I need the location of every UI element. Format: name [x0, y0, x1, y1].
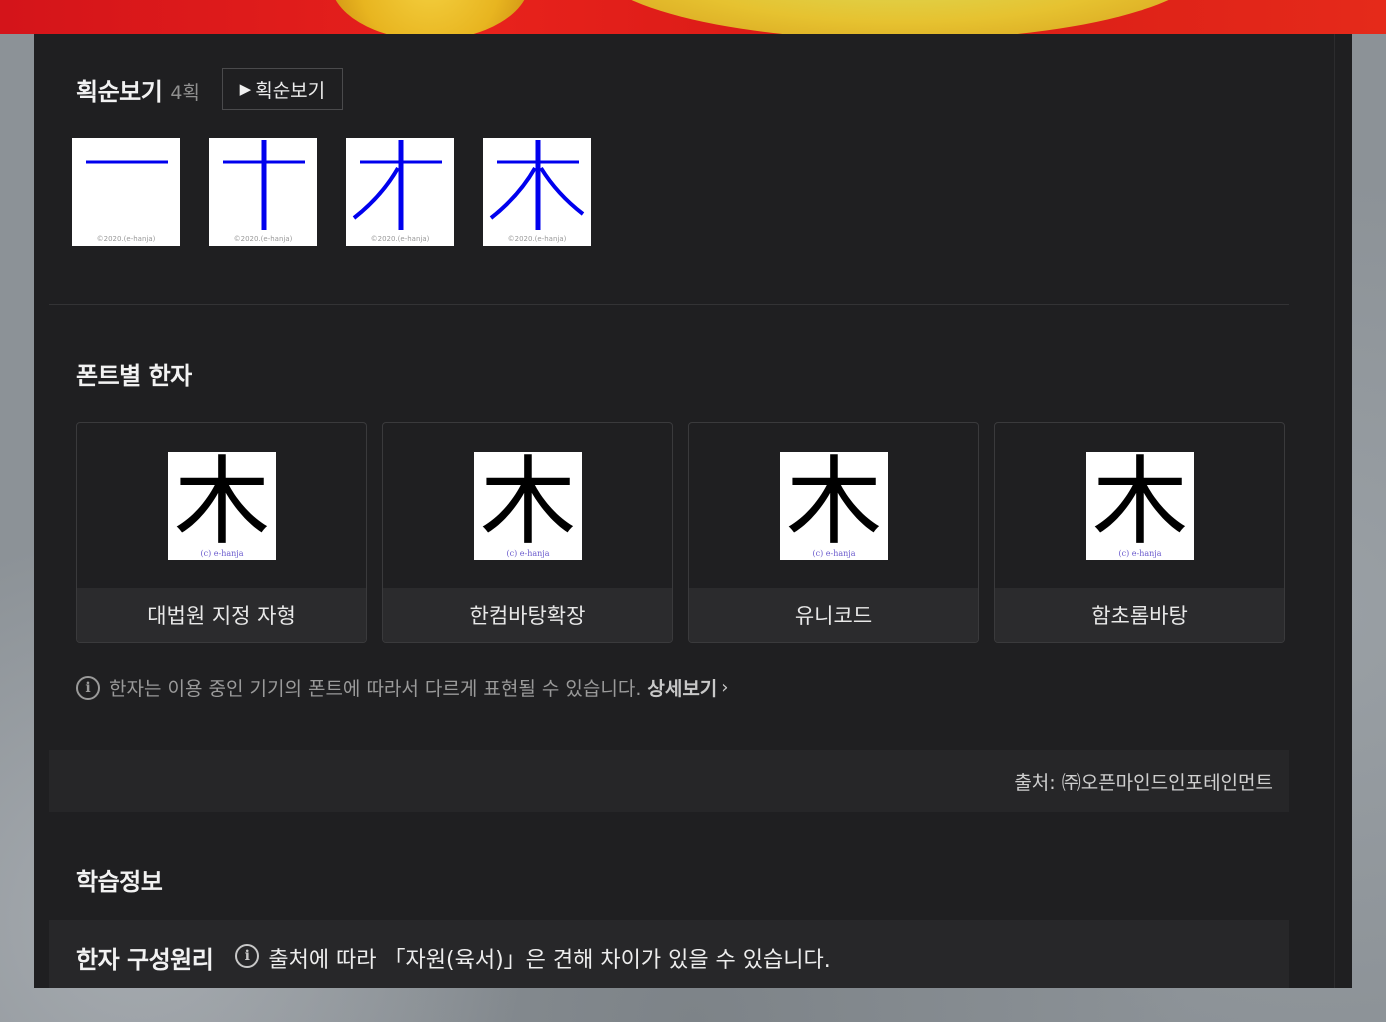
- study-info-title: 학습정보: [76, 868, 163, 896]
- stroke-order-images: ©2020.(e-hanja) ©2020.(e-hanja) ©2020.(e…: [72, 138, 591, 246]
- font-card-label: 한컴바탕확장: [383, 588, 672, 642]
- stroke-order-header: 획순보기 4획 ▶ 획순보기: [76, 68, 343, 110]
- stroke-copyright: ©2020.(e-hanja): [96, 235, 156, 243]
- font-card: 木 (c) e-hanja 대법원 지정 자형: [76, 422, 367, 643]
- font-glyph: 木: [174, 446, 270, 558]
- font-watermark: (c) e-hanja: [506, 549, 550, 558]
- font-watermark: (c) e-hanja: [200, 549, 244, 558]
- info-icon: i: [76, 675, 100, 700]
- chevron-right-icon[interactable]: ›: [721, 677, 728, 698]
- stroke-step-image: ©2020.(e-hanja): [209, 138, 317, 246]
- composition-principle-header: 한자 구성원리 i 출처에 따라 「자원(육서)」은 견해 차이가 있을 수 있…: [49, 920, 1289, 988]
- play-stroke-order-label: 획순보기: [255, 79, 326, 102]
- stroke-order-title: 획순보기: [76, 77, 163, 106]
- font-glyph-image: 木 (c) e-hanja: [780, 448, 888, 560]
- stroke-count: 4획: [170, 81, 200, 104]
- font-details-link[interactable]: 상세보기: [647, 674, 717, 701]
- font-watermark: (c) e-hanja: [1118, 549, 1162, 558]
- font-section-title: 폰트별 한자: [76, 362, 192, 390]
- font-cards: 木 (c) e-hanja 대법원 지정 자형 木 (c) e-hanja 한컴…: [76, 422, 1285, 643]
- hanja-detail-panel: 획순보기 4획 ▶ 획순보기 ©2020.(e-hanja) ©2020.(e-…: [34, 34, 1352, 988]
- stroke-step-image: ©2020.(e-hanja): [346, 138, 454, 246]
- font-card-label: 함초롬바탕: [995, 588, 1284, 642]
- play-stroke-order-button[interactable]: ▶ 획순보기: [221, 68, 343, 110]
- font-glyph: 木: [480, 446, 576, 558]
- source-bar: 출처: ㈜오픈마인드인포테인먼트: [49, 750, 1289, 812]
- font-glyph: 木: [1092, 446, 1188, 558]
- top-banner-image: [0, 0, 1386, 34]
- stroke-copyright: ©2020.(e-hanja): [507, 235, 567, 243]
- stroke-step-image: ©2020.(e-hanja): [72, 138, 180, 246]
- font-glyph: 木: [786, 446, 882, 558]
- source-text: 출처: ㈜오픈마인드인포테인먼트: [1014, 771, 1273, 794]
- composition-principle-note: 출처에 따라 「자원(육서)」은 견해 차이가 있을 수 있습니다.: [268, 948, 831, 973]
- font-notice: i 한자는 이용 중인 기기의 폰트에 따라서 다르게 표현될 수 있습니다. …: [76, 674, 728, 701]
- play-icon: ▶: [239, 80, 252, 98]
- font-card: 木 (c) e-hanja 유니코드: [688, 422, 979, 643]
- font-glyph-image: 木 (c) e-hanja: [1086, 448, 1194, 560]
- font-notice-text: 한자는 이용 중인 기기의 폰트에 따라서 다르게 표현될 수 있습니다.: [109, 678, 642, 700]
- font-glyph-image: 木 (c) e-hanja: [474, 448, 582, 560]
- composition-principle-title: 한자 구성원리: [76, 946, 214, 974]
- font-card-label: 대법원 지정 자형: [77, 588, 366, 642]
- stroke-step-image: ©2020.(e-hanja): [483, 138, 591, 246]
- info-icon[interactable]: i: [235, 944, 260, 968]
- stroke-copyright: ©2020.(e-hanja): [370, 235, 430, 243]
- panel-scroll-edge: [1334, 34, 1335, 988]
- banner-gold-ornament: [590, 0, 1210, 34]
- section-divider: [49, 304, 1289, 305]
- font-watermark: (c) e-hanja: [812, 549, 856, 558]
- stroke-copyright: ©2020.(e-hanja): [233, 235, 293, 243]
- font-card: 木 (c) e-hanja 함초롬바탕: [994, 422, 1285, 643]
- font-glyph-image: 木 (c) e-hanja: [168, 448, 276, 560]
- font-card: 木 (c) e-hanja 한컴바탕확장: [382, 422, 673, 643]
- font-card-label: 유니코드: [689, 588, 978, 642]
- banner-gold-ornament: [330, 0, 530, 34]
